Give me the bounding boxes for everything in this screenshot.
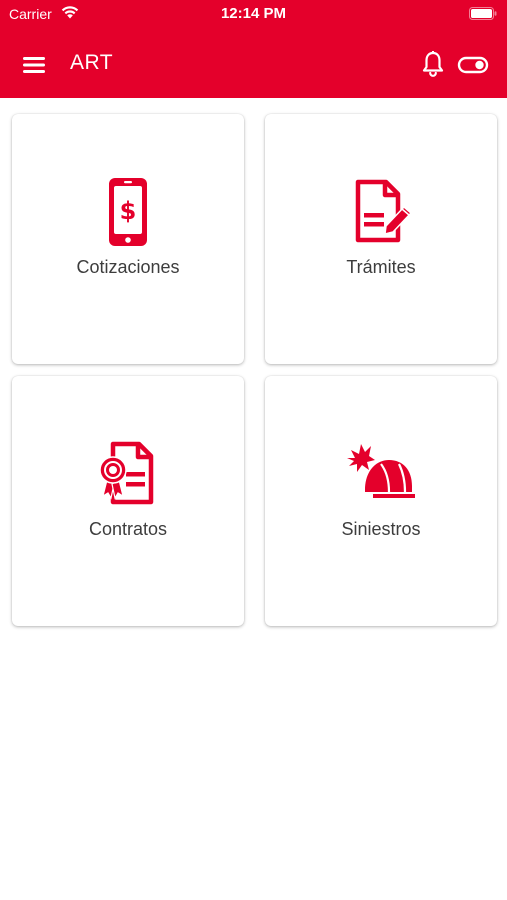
svg-text:$: $ (120, 197, 137, 225)
card-label: Trámites (346, 257, 416, 277)
certificate-document-icon (12, 438, 244, 510)
page-title: ART (70, 51, 114, 74)
toggle-icon[interactable] (457, 55, 489, 75)
hamburger-menu-icon[interactable] (22, 54, 48, 76)
status-bar: Carrier 12:14 PM (0, 0, 507, 28)
card-label: Siniestros (341, 519, 421, 539)
app-header: Carrier 12:14 PM ART (0, 0, 507, 98)
card-label: Cotizaciones (76, 257, 180, 277)
bell-icon[interactable] (421, 50, 445, 78)
phone-dollar-icon: $ (12, 176, 244, 248)
card-cotizaciones[interactable]: $ Cotizaciones (12, 114, 244, 364)
document-pencil-icon (265, 176, 497, 248)
status-time: 12:14 PM (220, 5, 287, 22)
card-tramites[interactable]: Trámites (265, 114, 497, 364)
card-label: Contratos (88, 519, 168, 539)
hard-hat-accident-icon (265, 438, 497, 510)
card-siniestros[interactable]: Siniestros (265, 376, 497, 626)
card-contratos[interactable]: Contratos (12, 376, 244, 626)
battery-icon (469, 7, 497, 23)
